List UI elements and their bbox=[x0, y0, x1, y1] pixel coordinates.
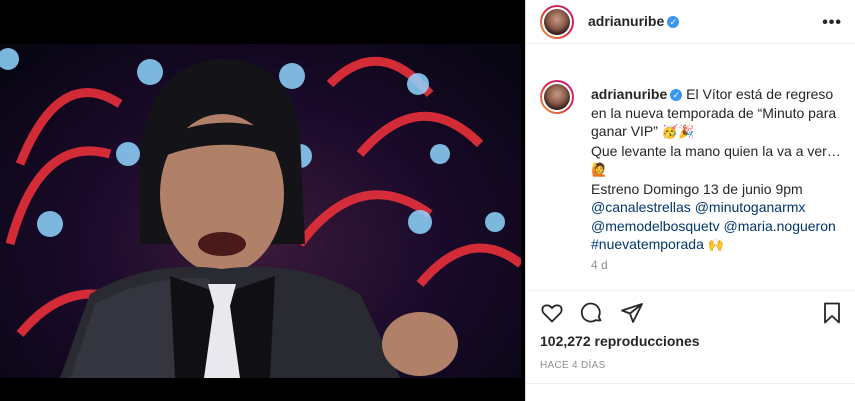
video-frame-image bbox=[0, 48, 521, 378]
verified-badge-icon: ✓ bbox=[670, 89, 683, 102]
party-emoji-icon: 🥳🎉 bbox=[661, 124, 695, 139]
video-player[interactable] bbox=[0, 44, 521, 378]
video-pane bbox=[0, 0, 525, 401]
heart-icon[interactable] bbox=[540, 301, 564, 325]
comment-bar[interactable] bbox=[526, 383, 855, 401]
raised-hand-emoji-icon: 🙋 bbox=[591, 162, 608, 177]
comment-icon[interactable] bbox=[580, 301, 604, 325]
mention-link[interactable]: @minutoganarmx bbox=[695, 199, 806, 215]
post-sidebar: adrianuribe ✓ ••• adrianuribe ✓ El Vítor e… bbox=[525, 0, 855, 401]
hashtag-link[interactable]: #nuevatemporada bbox=[591, 236, 704, 252]
header-username[interactable]: adrianuribe bbox=[588, 13, 664, 29]
caption-timestamp: 4 d bbox=[591, 258, 608, 272]
raising-hands-emoji-icon: 🙌 bbox=[707, 237, 724, 252]
mention-link[interactable]: @memodelbosquetv bbox=[591, 218, 720, 234]
post-header: adrianuribe ✓ ••• bbox=[526, 0, 855, 44]
caption-avatar[interactable] bbox=[540, 80, 574, 114]
mention-link[interactable]: @maria.nogueron bbox=[724, 218, 836, 234]
mention-link[interactable]: @canalestrellas bbox=[591, 199, 691, 215]
post-date[interactable]: HACE 4 DÍAS bbox=[540, 360, 606, 371]
caption-text: adrianuribe ✓ El Vítor está de regreso en… bbox=[591, 85, 846, 255]
caption-line-3: Estreno Domingo 13 de junio 9pm bbox=[591, 180, 803, 197]
paper-plane-icon[interactable] bbox=[620, 301, 644, 325]
verified-badge-icon: ✓ bbox=[667, 15, 680, 28]
avatar[interactable] bbox=[540, 5, 574, 39]
caption-username[interactable]: adrianuribe bbox=[591, 86, 667, 102]
caption-line-2: Que levante la mano quien la va a ver… bbox=[591, 142, 841, 159]
bookmark-icon[interactable] bbox=[820, 301, 844, 325]
action-bar bbox=[526, 290, 855, 338]
more-options-icon[interactable]: ••• bbox=[822, 14, 842, 32]
view-count[interactable]: 102,272 reproducciones bbox=[540, 333, 700, 349]
